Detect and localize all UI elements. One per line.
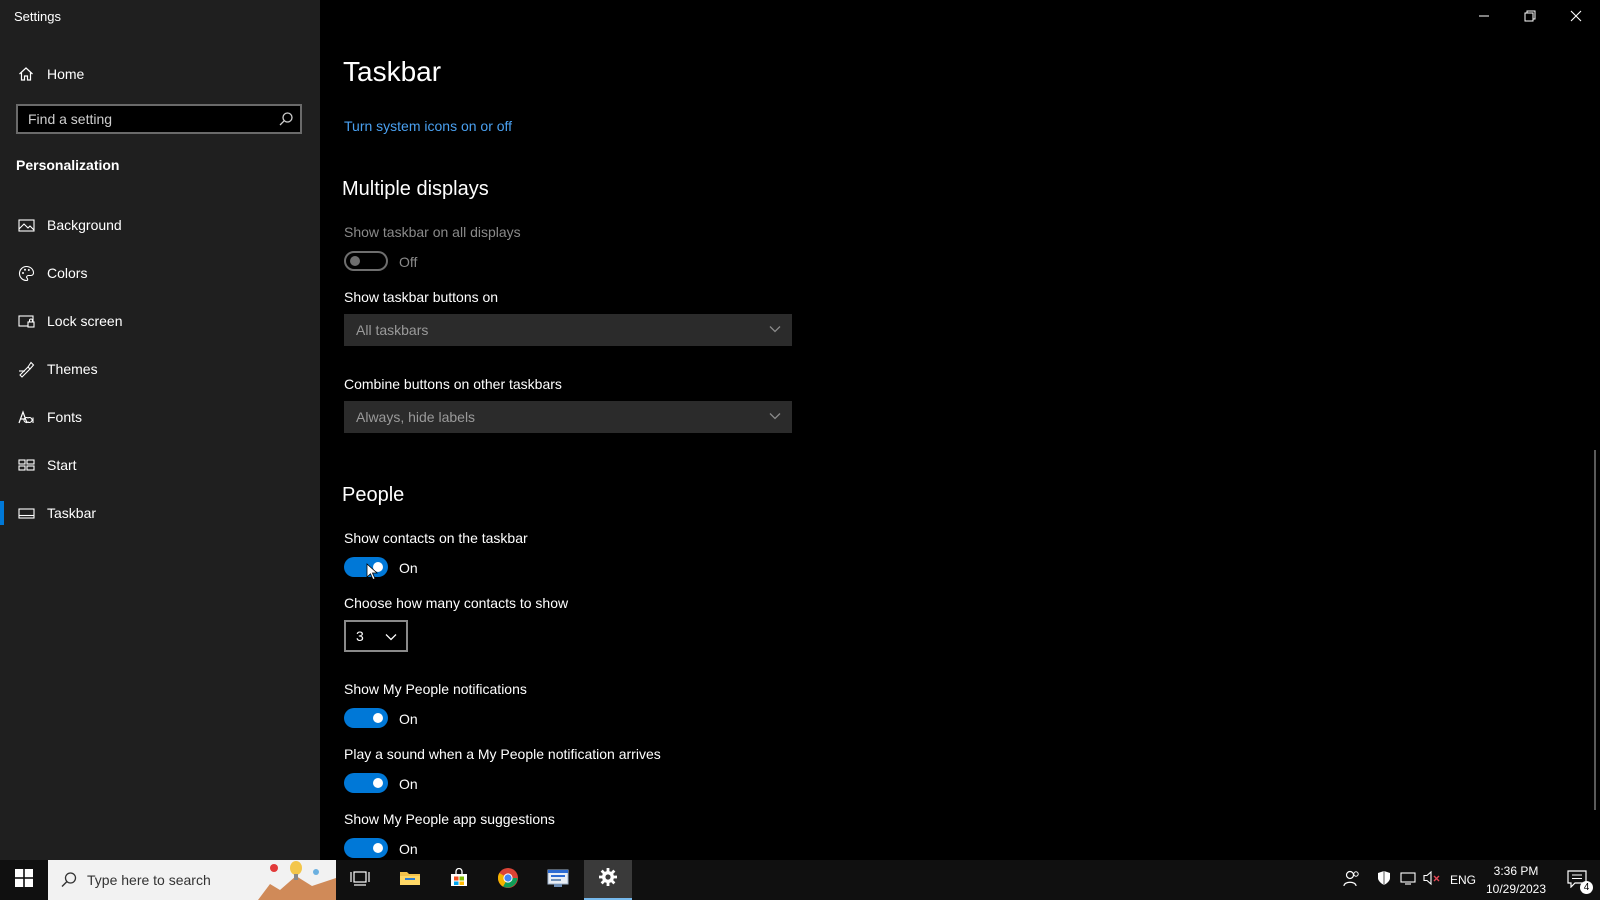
taskbar-search-box[interactable]: Type here to search: [48, 860, 336, 900]
sidebar-item-background[interactable]: Background: [0, 207, 320, 243]
sidebar-item-label: Taskbar: [47, 505, 97, 521]
sidebar-item-label: Colors: [47, 265, 88, 281]
multiple-displays-heading: Multiple displays: [342, 178, 489, 200]
sidebar-item-colors[interactable]: Colors: [0, 255, 320, 291]
notification-icon: 4: [1567, 870, 1593, 894]
chrome-icon: [497, 867, 519, 894]
fonts-icon: [17, 408, 35, 426]
app-button[interactable]: [534, 860, 582, 900]
sidebar-item-label: Themes: [47, 361, 98, 377]
show-on-all-toggle[interactable]: [344, 251, 388, 271]
chevron-down-icon: [384, 630, 398, 649]
sound-state: On: [399, 776, 418, 792]
notification-count-badge: 4: [1580, 881, 1593, 894]
sound-label: Play a sound when a My People notificati…: [344, 746, 661, 762]
sidebar-item-taskbar[interactable]: Taskbar: [0, 495, 320, 531]
volume-tray-button[interactable]: [1422, 860, 1442, 900]
notifications-toggle[interactable]: [344, 708, 388, 728]
how-many-label: Choose how many contacts to show: [344, 595, 569, 611]
volume-muted-icon: [1423, 870, 1441, 891]
sidebar-item-label: Background: [47, 217, 122, 233]
clock[interactable]: 3:36 PM 10/29/2023: [1474, 862, 1558, 898]
lock-screen-icon: [17, 312, 35, 330]
sidebar-item-label: Lock screen: [47, 313, 123, 329]
search-highlight-illustration: [256, 860, 336, 900]
store-button[interactable]: [435, 860, 483, 900]
sidebar-item-lock-screen[interactable]: Lock screen: [0, 303, 320, 339]
file-explorer-button[interactable]: [386, 860, 434, 900]
combine-dropdown[interactable]: Always, hide labels: [344, 401, 792, 433]
section-heading: Personalization: [16, 157, 120, 173]
page-title: Taskbar: [343, 56, 442, 87]
sidebar-item-start[interactable]: Start: [0, 447, 320, 483]
settings-taskbar-button[interactable]: [584, 860, 632, 900]
chrome-button[interactable]: [484, 860, 532, 900]
system-icons-link[interactable]: Turn system icons on or off: [344, 118, 512, 134]
start-button[interactable]: [0, 860, 48, 900]
search-icon: [60, 871, 78, 894]
nav-home[interactable]: Home: [0, 58, 320, 90]
suggestions-state: On: [399, 841, 418, 857]
folder-icon: [399, 869, 421, 892]
network-tray-button[interactable]: [1399, 860, 1417, 900]
people-icon: [1343, 869, 1361, 892]
mouse-cursor-icon: [366, 563, 379, 586]
search-input[interactable]: [18, 106, 268, 132]
sidebar-item-fonts[interactable]: Fonts: [0, 399, 320, 435]
themes-icon: [17, 360, 35, 378]
search-icon[interactable]: [278, 111, 294, 132]
windows-logo-icon: [15, 868, 33, 892]
notifications-label: Show My People notifications: [344, 681, 527, 697]
show-on-all-label: Show taskbar on all displays: [344, 224, 521, 240]
start-icon: [17, 456, 35, 474]
buttons-on-dropdown[interactable]: All taskbars: [344, 314, 792, 346]
show-contacts-state: On: [399, 560, 418, 576]
people-tray-button[interactable]: [1340, 860, 1364, 900]
contacts-count-dropdown[interactable]: 3: [344, 620, 408, 652]
task-view-icon: [350, 869, 370, 892]
clock-time: 3:36 PM: [1493, 864, 1539, 878]
shield-icon: [1376, 870, 1392, 891]
contacts-count-value: 3: [356, 628, 364, 644]
main-content: Taskbar Turn system icons on or off Mult…: [320, 0, 1600, 860]
app-window-icon: [546, 868, 570, 893]
buttons-on-label: Show taskbar buttons on: [344, 289, 499, 305]
sidebar-item-label: Fonts: [47, 409, 83, 425]
home-icon: [17, 65, 35, 83]
picture-icon: [17, 216, 35, 234]
security-tray-button[interactable]: [1375, 860, 1393, 900]
show-on-all-state: Off: [399, 254, 418, 270]
sidebar: Settings Home Personalization Background…: [0, 0, 320, 860]
task-view-button[interactable]: [336, 860, 384, 900]
chevron-down-icon: [768, 322, 782, 341]
search-box[interactable]: [16, 104, 302, 134]
close-button[interactable]: [1553, 0, 1599, 32]
restore-button[interactable]: [1507, 0, 1553, 32]
suggestions-toggle[interactable]: [344, 838, 388, 858]
clock-date: 10/29/2023: [1485, 882, 1547, 896]
buttons-on-value: All taskbars: [356, 322, 429, 338]
chevron-down-icon: [768, 409, 782, 428]
taskbar-search-placeholder: Type here to search: [87, 872, 211, 888]
network-icon: [1400, 870, 1416, 891]
nav-home-label: Home: [47, 66, 85, 82]
people-heading: People: [342, 484, 405, 506]
sidebar-item-themes[interactable]: Themes: [0, 351, 320, 387]
suggestions-label: Show My People app suggestions: [344, 811, 555, 827]
gear-icon: [598, 867, 618, 892]
combine-value: Always, hide labels: [356, 409, 476, 425]
show-contacts-label: Show contacts on the taskbar: [344, 530, 528, 546]
sidebar-item-label: Start: [47, 457, 77, 473]
notifications-state: On: [399, 711, 418, 727]
taskbar: Type here to search ENG 3:36 PM 10/29/20…: [0, 860, 1600, 900]
sound-toggle[interactable]: [344, 773, 388, 793]
store-icon: [449, 867, 469, 893]
scrollbar[interactable]: [1594, 450, 1596, 810]
palette-icon: [17, 264, 35, 282]
window-title: Settings: [14, 9, 61, 24]
minimize-button[interactable]: [1461, 0, 1507, 32]
taskbar-icon: [17, 504, 35, 522]
action-center-button[interactable]: 4: [1558, 860, 1598, 900]
combine-label: Combine buttons on other taskbars: [344, 376, 562, 392]
